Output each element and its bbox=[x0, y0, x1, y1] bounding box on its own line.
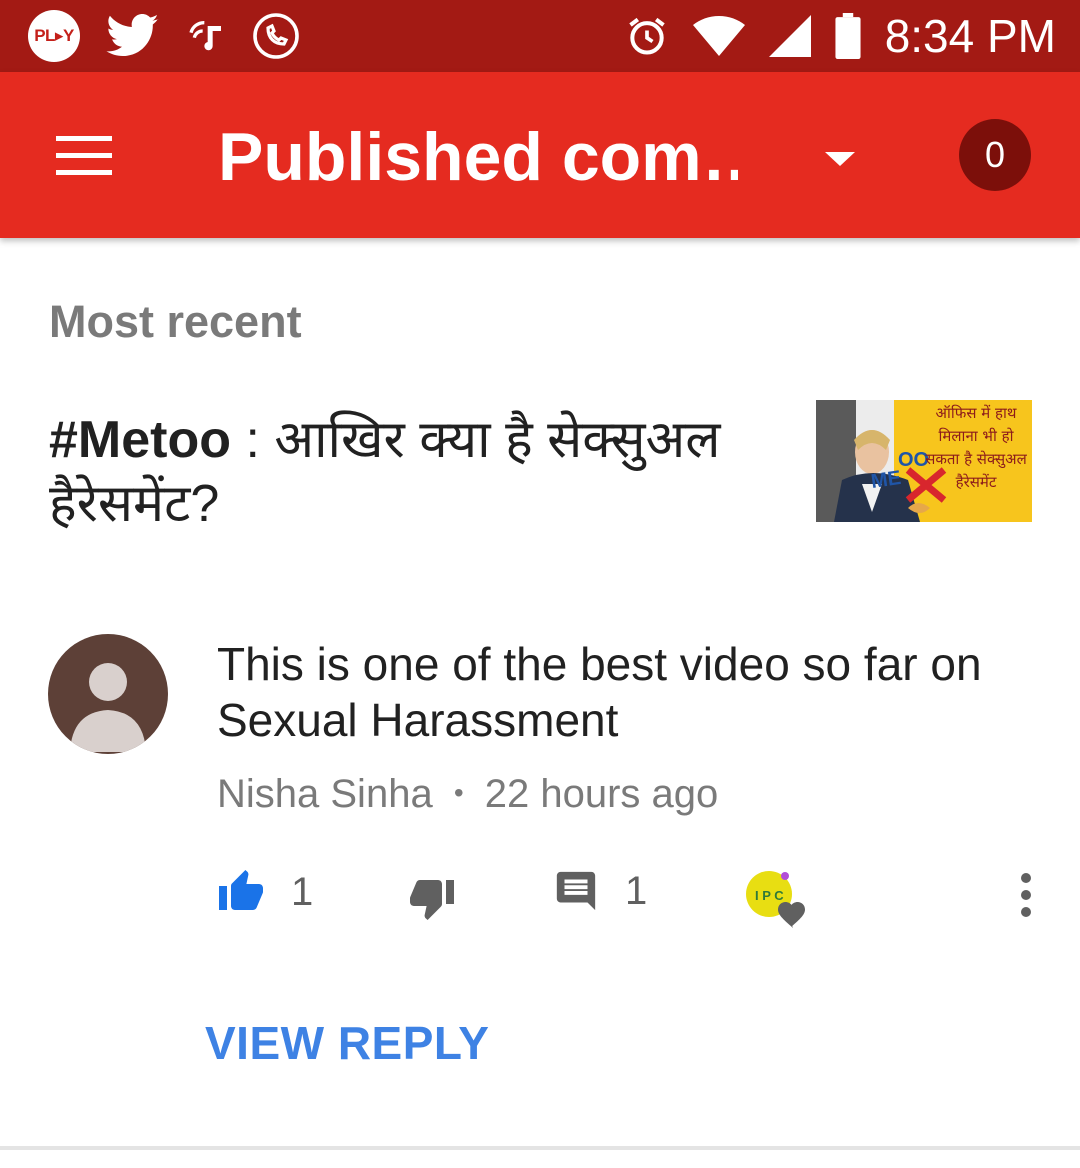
sort-label[interactable]: Most recent bbox=[49, 296, 302, 348]
status-time: 8:34 PM bbox=[884, 10, 1056, 62]
wifi-icon bbox=[692, 16, 745, 56]
avatar[interactable] bbox=[48, 634, 168, 754]
user-icon bbox=[70, 663, 146, 752]
comment-text: This is one of the best video so far on … bbox=[217, 638, 982, 746]
comment-icon bbox=[556, 871, 596, 911]
status-bar: PL▸Y 8:34 PM bbox=[0, 0, 1080, 72]
meta-separator: • bbox=[453, 777, 464, 808]
alarm-icon bbox=[628, 17, 665, 55]
comment-actions: 1 1 I P C bbox=[0, 860, 1080, 930]
like-count: 1 bbox=[291, 869, 314, 914]
thumb-down-icon bbox=[410, 880, 454, 920]
creator-heart-icon: I P C bbox=[746, 871, 805, 928]
more-options-button[interactable] bbox=[1014, 872, 1038, 918]
creator-heart[interactable]: I P C bbox=[745, 870, 811, 930]
creator-avatar-text: I P C bbox=[755, 888, 784, 903]
dislike-button[interactable] bbox=[408, 874, 456, 922]
comment-time: 22 hours ago bbox=[484, 772, 719, 816]
comment-meta: Nisha Sinha • 22 hours ago bbox=[217, 772, 718, 817]
app-bar: Published com… 0 bbox=[0, 72, 1080, 238]
music-cast-icon bbox=[189, 21, 221, 51]
reply-button[interactable]: 1 bbox=[553, 868, 647, 914]
page-title[interactable]: Published com… bbox=[218, 118, 738, 196]
signal-icon bbox=[768, 15, 811, 57]
video-thumbnail[interactable]: ME OO ऑफिस में हाथ मिलाना भी हो सकता है … bbox=[816, 400, 1032, 522]
comment-author[interactable]: Nisha Sinha bbox=[217, 772, 433, 816]
reply-count: 1 bbox=[625, 868, 648, 913]
phone-call-icon bbox=[253, 13, 299, 59]
twitter-icon bbox=[106, 14, 159, 57]
view-reply-button[interactable]: VIEW REPLY bbox=[205, 1016, 489, 1070]
thumb-up-icon bbox=[219, 870, 263, 910]
more-vert-icon bbox=[1021, 873, 1031, 917]
play-badge-icon: PL▸Y bbox=[28, 10, 80, 62]
battery-icon bbox=[835, 13, 861, 59]
video-title-hashtag: #Metoo bbox=[49, 411, 231, 469]
menu-icon[interactable] bbox=[56, 136, 114, 176]
thumbnail-caption: ऑफिस में हाथ मिलाना भी हो सकता है सेक्सु… bbox=[925, 404, 1027, 491]
chevron-down-icon[interactable] bbox=[820, 144, 860, 174]
like-button[interactable]: 1 bbox=[217, 868, 313, 916]
video-title[interactable]: #Metoo : आखिर क्या है सेक्सुअल हैरेसमेंट… bbox=[49, 408, 789, 536]
notification-count-badge[interactable]: 0 bbox=[959, 119, 1031, 191]
divider bbox=[0, 1146, 1080, 1150]
